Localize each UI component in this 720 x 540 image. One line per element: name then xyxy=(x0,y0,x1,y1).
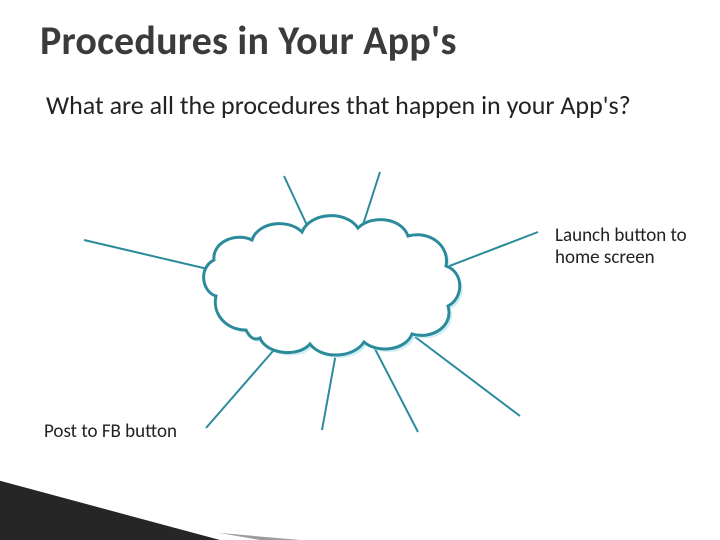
cloud-icon xyxy=(204,216,460,355)
slide: Procedures in Your App's What are all th… xyxy=(0,0,720,540)
label-post-fb: Post to FB button xyxy=(44,420,177,443)
label-launch-button: Launch button to home screen xyxy=(555,225,715,270)
brainstorm-diagram xyxy=(0,0,720,540)
